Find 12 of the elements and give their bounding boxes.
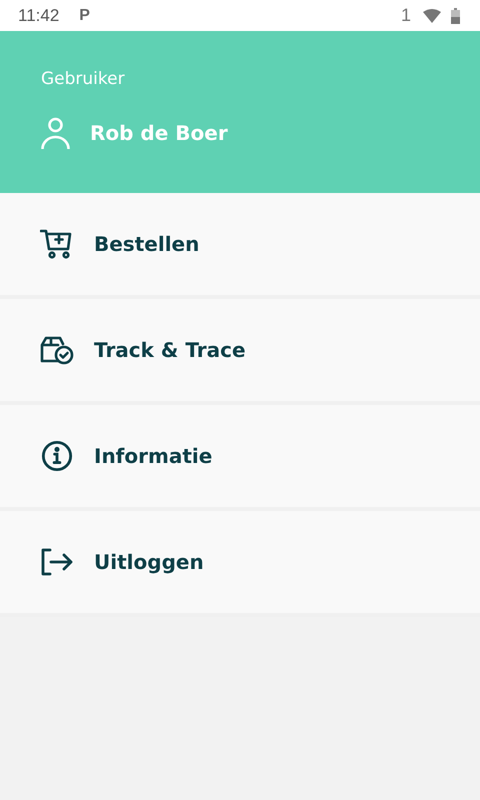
cart-icon <box>40 228 74 260</box>
package-check-icon <box>40 334 74 366</box>
status-time: 11:42 <box>18 6 60 26</box>
battery-icon <box>451 8 460 24</box>
sim-indicator: 1 <box>400 5 411 26</box>
header-label: Gebruiker <box>41 69 126 89</box>
info-icon <box>40 440 74 472</box>
logout-icon <box>40 546 74 578</box>
user-name: Rob de Boer <box>90 121 228 145</box>
wifi-icon <box>423 8 441 22</box>
notification-icon: P <box>79 6 90 24</box>
user-icon <box>41 117 70 149</box>
